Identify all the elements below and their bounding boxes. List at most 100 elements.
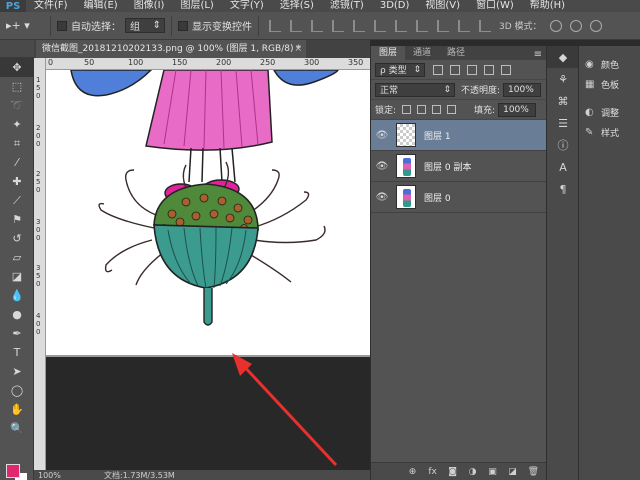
vertical-ruler[interactable]: 1 5 0 2 0 0 2 5 0 3 0 0 3 5 0 4 0 0 [34,58,46,470]
align-hcenter-icon[interactable] [353,19,365,32]
layer-row[interactable]: 👁 图层 1 [371,120,546,151]
tab-channels[interactable]: 通道 [405,46,439,60]
crop-tool[interactable]: ⌗ [0,134,34,153]
paragraph-icon[interactable]: ¶ [547,178,579,200]
visibility-eye-icon[interactable]: 👁 [371,192,393,203]
document-canvas[interactable] [46,70,370,470]
3d-roll-icon[interactable] [569,19,582,32]
fill-field[interactable]: 100% [498,102,537,117]
dodge-tool[interactable]: ● [0,305,34,324]
menu-type[interactable]: 文字(Y) [222,0,272,12]
new-layer-icon[interactable]: ◪ [508,467,518,477]
pen-tool[interactable]: ✒ [0,324,34,343]
stamp-tool[interactable]: ⚑ [0,210,34,229]
foreground-color-swatch[interactable] [6,464,20,478]
filter-shape-icon[interactable] [484,64,494,75]
menu-select[interactable]: 选择(S) [272,0,322,12]
align-vcenter-icon[interactable] [290,19,302,32]
horizontal-ruler[interactable]: 0 50 100 150 200 250 300 350 [46,58,370,70]
filter-smart-object-icon[interactable] [501,64,511,75]
add-mask-icon[interactable]: ◙ [448,467,458,477]
lasso-tool[interactable]: ➰ [0,96,34,115]
auto-select-checkbox[interactable] [57,20,67,31]
character-icon[interactable]: A [547,156,579,178]
document-size-info[interactable]: 文档:1.73M/3.53M [104,470,175,480]
panel-color[interactable]: ◉ 颜色 [579,54,640,74]
panel-adjustments[interactable]: ◐ 调整 [579,102,640,122]
distribute-bottom-icon[interactable] [437,19,449,32]
tab-paths[interactable]: 路径 [439,46,473,60]
opacity-field[interactable]: 100% [503,82,542,97]
layer-row[interactable]: 👁 图层 0 副本 [371,151,546,182]
tab-layers[interactable]: 图层 [371,46,406,60]
toolbar-grip[interactable] [0,40,34,58]
trash-icon[interactable]: 🗑 [528,467,539,477]
align-left-icon[interactable] [332,19,344,32]
hand-tool[interactable]: ✋ [0,400,34,419]
gradient-tool[interactable]: ◪ [0,267,34,286]
3d-rotate-icon[interactable] [549,19,562,32]
blend-mode-dropdown[interactable]: 正常 ⇕ [375,82,455,97]
move-tool[interactable]: ✥ [0,58,34,77]
eraser-tool[interactable]: ▱ [0,248,34,267]
align-right-icon[interactable] [374,19,386,32]
distribute-left-icon[interactable] [458,19,470,32]
panel-menu-icon[interactable]: ≡ [534,49,542,60]
link-layers-icon[interactable]: ⊕ [408,467,418,477]
close-icon[interactable]: × [294,40,302,58]
lock-all-icon[interactable] [447,105,457,114]
3d-panel-icon[interactable]: ⌘ [547,90,579,112]
menu-image[interactable]: 图像(I) [126,0,173,12]
swatches-icon: ▦ [585,78,595,90]
layer-row[interactable]: 👁 图层 0 [371,182,546,213]
healing-tool[interactable]: ✚ [0,172,34,191]
zoom-tool[interactable]: 🔍 [0,419,34,438]
3d-pan-icon[interactable] [589,19,602,32]
menu-edit[interactable]: 编辑(E) [76,0,126,12]
visibility-eye-icon[interactable]: 👁 [371,161,393,172]
type-tool[interactable]: T [0,343,34,362]
align-bottom-icon[interactable] [311,19,323,32]
info-icon[interactable]: ⓘ [547,134,579,156]
blur-tool[interactable]: 💧 [0,286,34,305]
menu-help[interactable]: 帮助(H) [522,0,573,12]
show-transform-checkbox[interactable] [178,20,188,31]
new-group-icon[interactable]: ▣ [488,467,498,477]
magic-wand-tool[interactable]: ✦ [0,115,34,134]
lock-position-icon[interactable] [432,105,442,114]
menu-view[interactable]: 视图(V) [417,0,468,12]
filter-adjustment-icon[interactable] [450,64,460,75]
layers-panel-icon[interactable]: ◆ [547,46,579,68]
filter-type-icon[interactable] [467,64,477,75]
menu-filter[interactable]: 滤镜(T) [322,0,372,12]
align-top-icon[interactable] [269,19,281,32]
menu-window[interactable]: 窗口(W) [468,0,522,12]
document-tab[interactable]: 微信截图_20181210202133.png @ 100% (图层 1, RG… [36,40,306,58]
zoom-level[interactable]: 100% [34,471,64,480]
auto-select-dropdown[interactable]: 组 ⇕ [125,18,165,33]
distribute-top-icon[interactable] [395,19,407,32]
panel-styles[interactable]: ✎ 样式 [579,122,640,142]
distribute-vcenter-icon[interactable] [416,19,428,32]
marquee-tool[interactable]: ⬚ [0,77,34,96]
adjustment-layer-icon[interactable]: ◑ [468,467,478,477]
visibility-eye-icon[interactable]: 👁 [371,130,393,141]
lock-pixels-icon[interactable] [417,105,427,114]
layer-filter-dropdown[interactable]: ρ 类型 ⇕ [375,62,425,77]
filter-pixel-icon[interactable] [433,64,443,75]
shape-tool[interactable]: ◯ [0,381,34,400]
path-select-tool[interactable]: ➤ [0,362,34,381]
fx-icon[interactable]: fx [428,467,438,477]
tool-preset-picker[interactable]: ▸+ ▾ [6,15,44,37]
menu-file[interactable]: 文件(F) [26,0,76,12]
brush-tool[interactable]: ⟋ [0,191,34,210]
history-brush-tool[interactable]: ↺ [0,229,34,248]
menu-layer[interactable]: 图层(L) [172,0,221,12]
menu-3d[interactable]: 3D(D) [372,0,418,12]
properties-icon[interactable]: ☰ [547,112,579,134]
lock-transparency-icon[interactable] [402,105,412,114]
eyedropper-tool[interactable]: ⁄ [0,153,34,172]
distribute-hcenter-icon[interactable] [479,19,491,32]
panel-swatches[interactable]: ▦ 色板 [579,74,640,94]
brush-presets-icon[interactable]: ⚘ [547,68,579,90]
